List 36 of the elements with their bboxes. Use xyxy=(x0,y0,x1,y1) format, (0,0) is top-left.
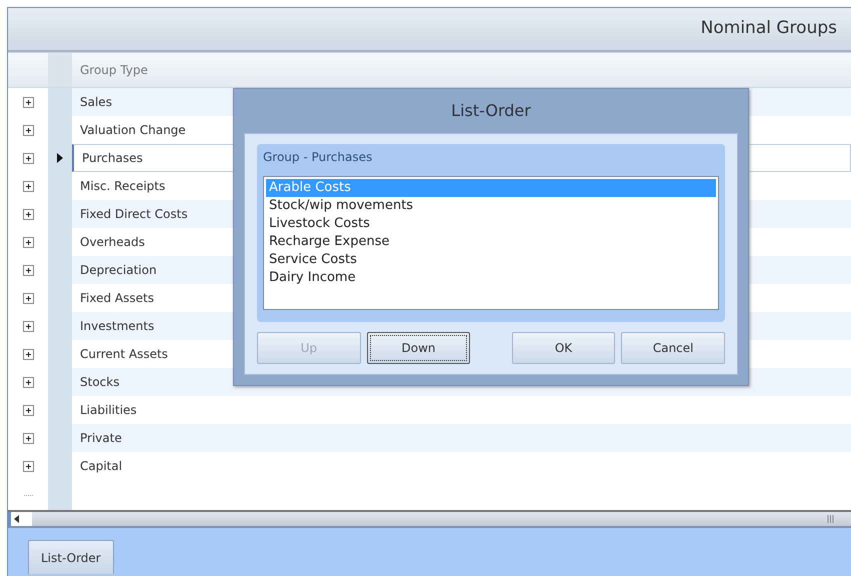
row-header xyxy=(48,480,72,510)
list-box[interactable]: Arable Costs Stock/wip movements Livestock Costs Recharge Expense Service Costs Dairy Income xyxy=(263,176,719,310)
expand-icon[interactable] xyxy=(22,180,34,192)
expand-icon[interactable] xyxy=(22,292,34,304)
tree-line-icon xyxy=(24,494,32,496)
list-item[interactable]: Livestock Costs xyxy=(266,215,716,233)
table-cell[interactable]: Liabilities xyxy=(72,396,851,424)
expand-icon[interactable] xyxy=(22,460,34,472)
dialog-button[interactable]: OK xyxy=(512,332,616,364)
group-label: Group - Purchases xyxy=(262,149,374,166)
expand-icon[interactable] xyxy=(22,264,34,276)
expand-icon[interactable] xyxy=(22,432,34,444)
list-item[interactable]: Recharge Expense xyxy=(266,233,716,251)
expand-icon[interactable] xyxy=(22,404,34,416)
expand-icon[interactable] xyxy=(22,320,34,332)
list-item[interactable]: Service Costs xyxy=(266,251,716,269)
tab[interactable]: List-Order xyxy=(28,540,114,574)
horizontal-scrollbar[interactable] xyxy=(8,510,851,528)
expand-icon[interactable] xyxy=(22,124,34,136)
dialog-button[interactable]: Cancel xyxy=(621,332,726,364)
column-header[interactable]: Group Type xyxy=(80,61,148,79)
list-item[interactable]: Dairy Income xyxy=(266,269,716,287)
dialog-title: List-Order xyxy=(450,100,532,122)
table-cell[interactable]: Private xyxy=(72,424,851,452)
expand-icon[interactable] xyxy=(22,208,34,220)
table-cell[interactable]: Capital xyxy=(72,452,851,480)
expand-icon[interactable] xyxy=(22,236,34,248)
expand-icon[interactable] xyxy=(22,96,34,108)
scroll-left-icon[interactable] xyxy=(14,515,19,523)
list-item[interactable]: Stock/wip movements xyxy=(266,197,716,215)
expand-icon[interactable] xyxy=(22,152,34,164)
dialog-button[interactable]: Down xyxy=(366,332,470,364)
grip-icon xyxy=(827,515,835,523)
expand-icon[interactable] xyxy=(22,348,34,360)
expand-icon[interactable] xyxy=(22,376,34,388)
window-title: Nominal Groups xyxy=(700,17,837,40)
